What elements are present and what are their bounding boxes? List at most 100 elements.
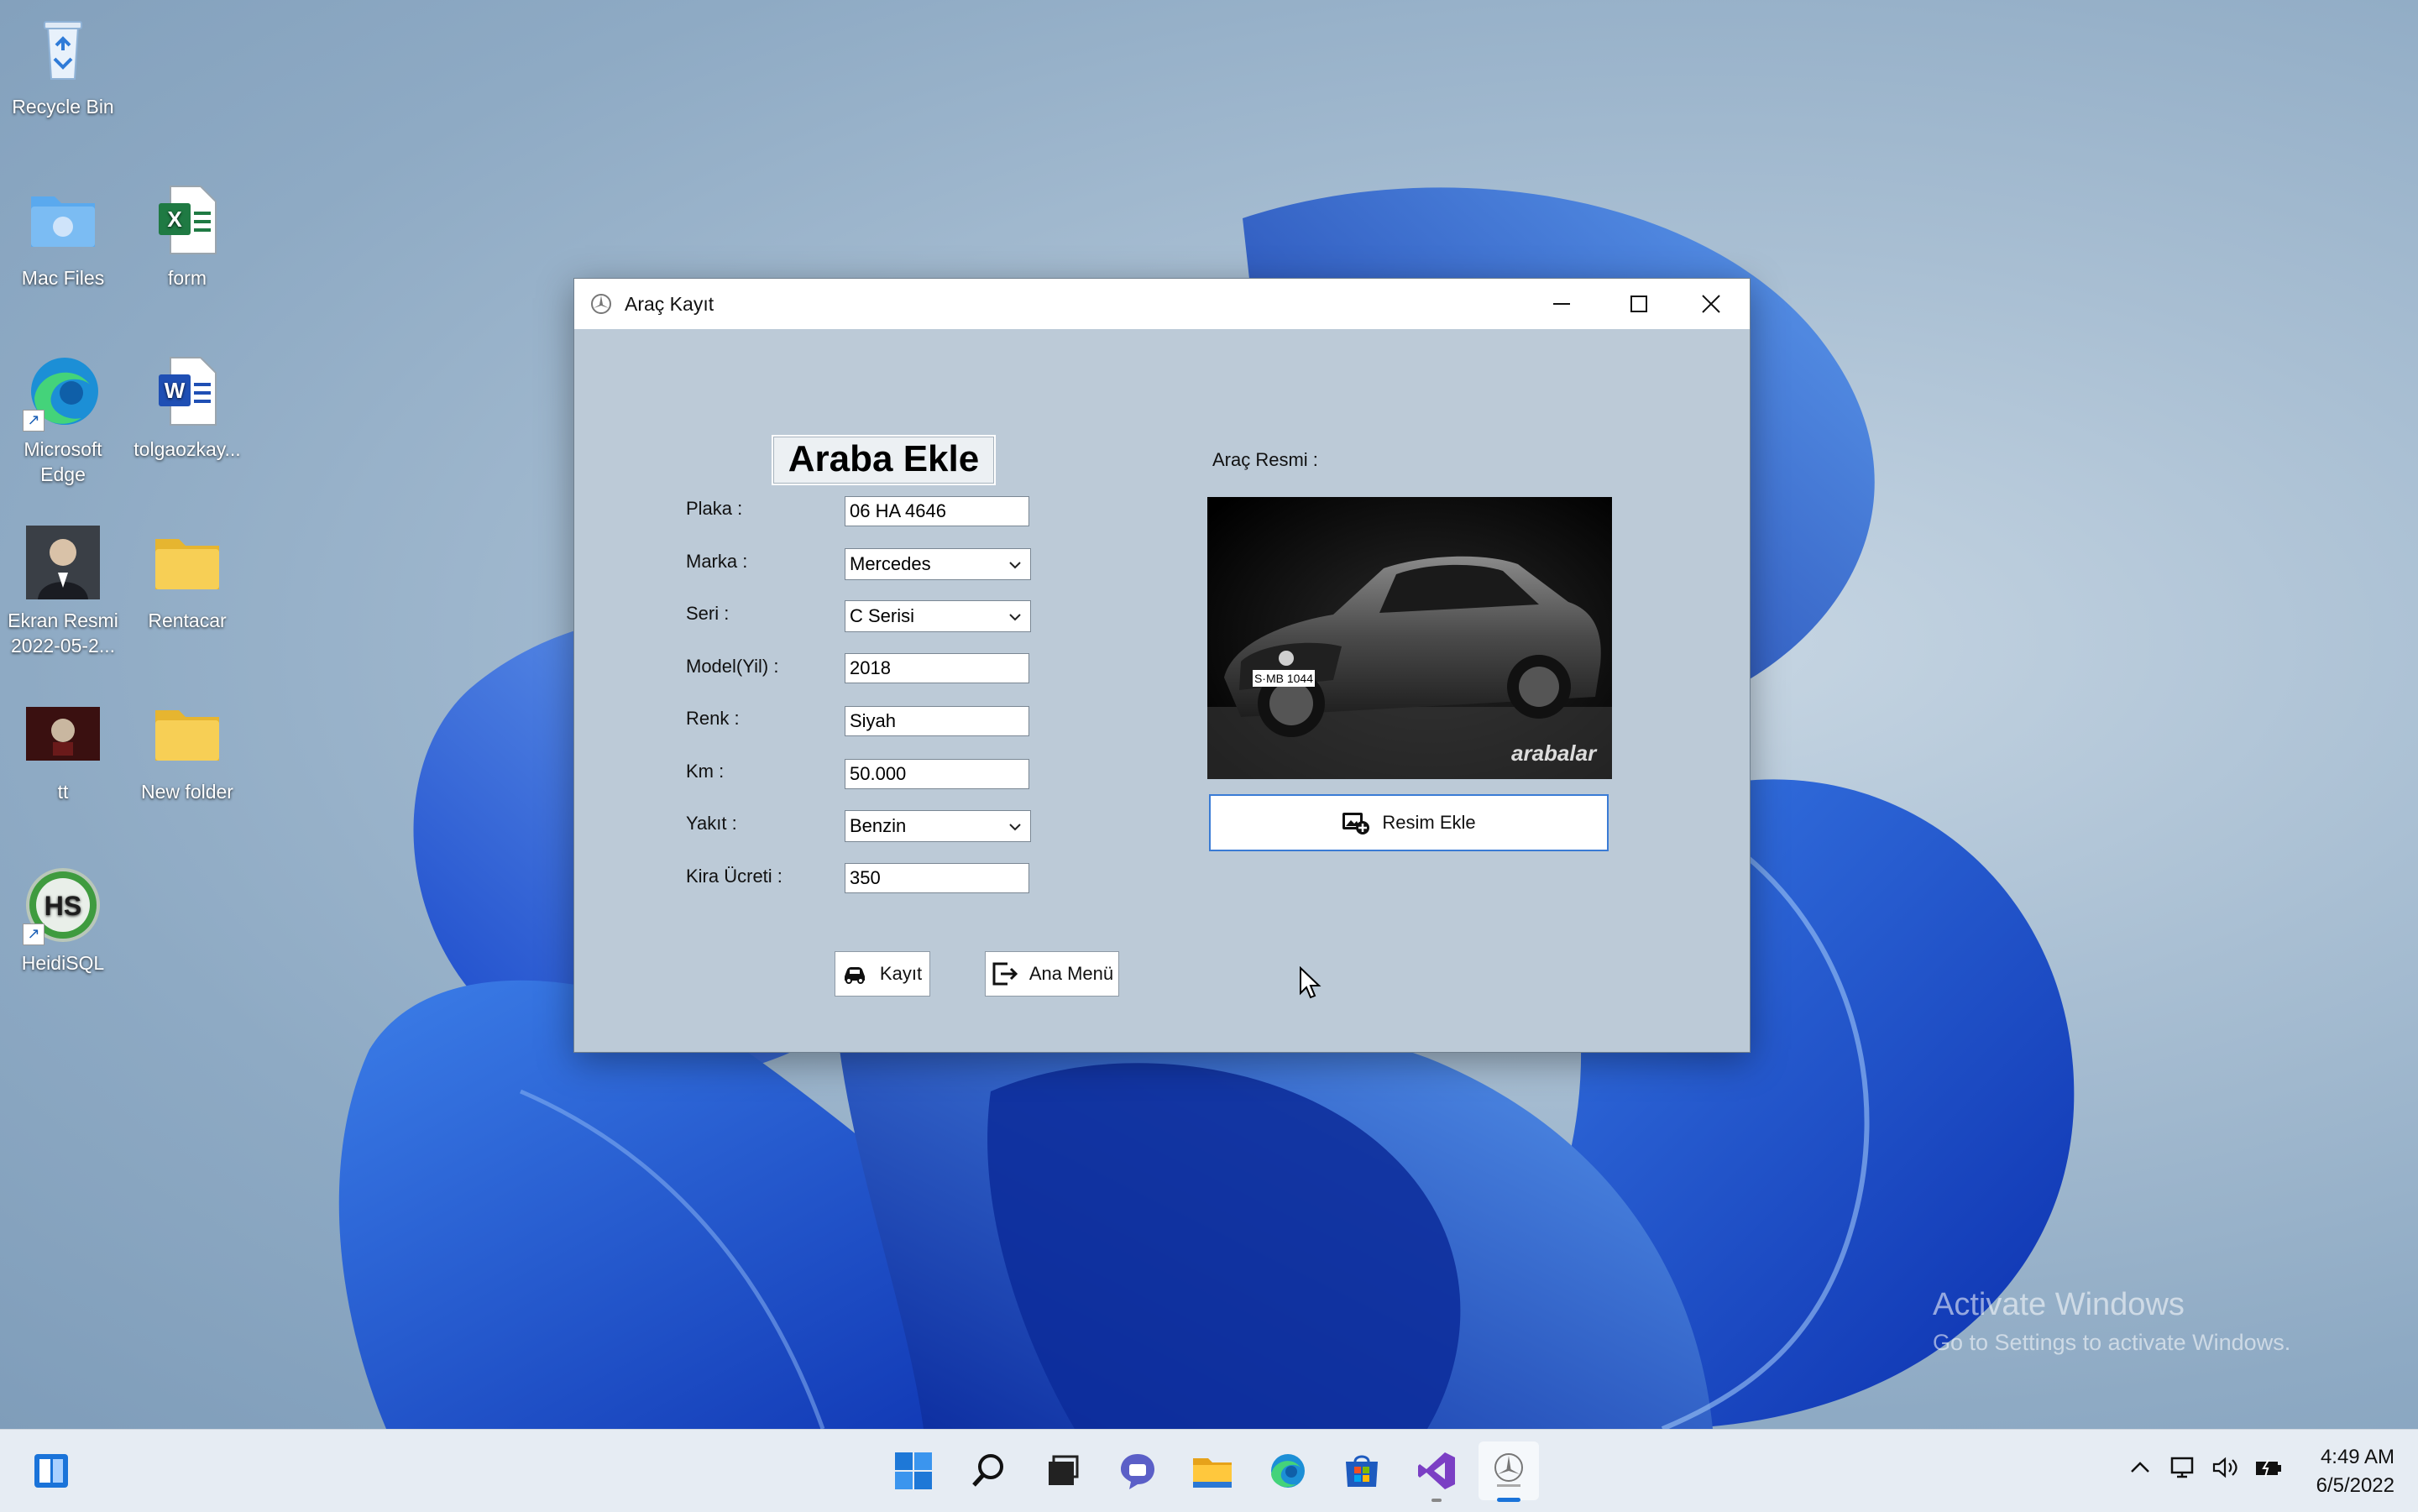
seri-label: Seri : — [686, 603, 730, 624]
task-view-icon — [1049, 1455, 1079, 1485]
arac-kayit-taskbar-button[interactable] — [1479, 1441, 1539, 1502]
edge-icon — [1271, 1454, 1305, 1488]
start-button[interactable] — [887, 1445, 939, 1497]
exit-icon — [992, 962, 1018, 986]
car-icon — [844, 967, 865, 984]
word-file-icon: W — [147, 351, 228, 432]
windows-start-icon — [895, 1452, 932, 1489]
task-view-button[interactable] — [1037, 1445, 1089, 1497]
model-input[interactable]: 2018 — [845, 653, 1029, 683]
seri-select[interactable]: C Serisi — [845, 600, 1031, 632]
desktop-icon-tt[interactable]: tt — [0, 693, 126, 804]
volume-button[interactable] — [2211, 1455, 2240, 1484]
mercedes-logo-icon — [1494, 1453, 1523, 1487]
chevron-down-icon — [1009, 562, 1021, 569]
window-title: Araç Kayıt — [625, 292, 714, 315]
network-button[interactable] — [2169, 1455, 2198, 1484]
desktop-icon-form[interactable]: X form — [124, 180, 250, 290]
desktop-icon-mac-files[interactable]: Mac Files — [0, 180, 126, 290]
image-file-icon — [23, 522, 103, 603]
yakit-select-value: Benzin — [850, 815, 907, 836]
kayit-button[interactable]: Kayıt — [835, 951, 930, 997]
yakit-select[interactable]: Benzin — [845, 810, 1031, 842]
show-hidden-icons-button[interactable] — [2128, 1455, 2153, 1484]
desktop-icon-edge[interactable]: ↗ Microsoft Edge — [0, 351, 126, 487]
arac-kayit-window: Araç Kayıt Araba Ekle Plaka : Marka : Se… — [573, 278, 1751, 1053]
add-image-icon — [1342, 813, 1370, 834]
volume-icon — [2212, 1457, 2237, 1478]
desktop-icon-label: tolgaozkay... — [133, 438, 241, 460]
plaka-input[interactable]: 06 HA 4646 — [845, 496, 1029, 526]
desktop-icon-rentacar[interactable]: Rentacar — [124, 522, 250, 633]
maximize-button[interactable] — [1600, 279, 1677, 329]
kira-input[interactable]: 350 — [845, 863, 1029, 893]
edge-taskbar-button[interactable] — [1261, 1445, 1313, 1497]
recycle-bin-icon — [23, 8, 103, 89]
desktop-icon-heidisql[interactable]: HS ↗ HeidiSQL — [0, 865, 126, 976]
battery-button[interactable] — [2253, 1455, 2284, 1484]
chevron-up-icon — [2131, 1462, 2149, 1473]
taskbar: 4:49 AM 6/5/2022 — [0, 1429, 2418, 1512]
shortcut-arrow-icon: ↗ — [23, 923, 44, 945]
desktop-icon-label: Ekran Resmi 2022-05-2... — [8, 610, 118, 657]
heidisql-icon: HS ↗ — [23, 865, 103, 945]
search-icon — [972, 1454, 1003, 1487]
marka-select[interactable]: Mercedes — [845, 548, 1031, 580]
ana-menu-label: Ana Menü — [1028, 963, 1114, 984]
close-icon — [1702, 295, 1720, 313]
model-label: Model(Yil) : — [686, 656, 779, 677]
desktop-icon-word-doc[interactable]: W tolgaozkay... — [124, 351, 250, 462]
marka-select-value: Mercedes — [850, 553, 931, 574]
desktop-icon-recycle-bin[interactable]: Recycle Bin — [0, 8, 126, 119]
form-heading: Araba Ekle — [772, 435, 996, 485]
excel-file-icon: X — [147, 180, 228, 260]
folder-icon — [23, 180, 103, 260]
chevron-down-icon — [1009, 824, 1021, 831]
microsoft-store-icon — [1346, 1455, 1378, 1487]
minimize-icon — [1553, 303, 1570, 305]
chat-button[interactable] — [1112, 1445, 1164, 1497]
mercedes-logo-icon — [591, 294, 611, 314]
search-button[interactable] — [962, 1445, 1014, 1497]
desktop-icon-label: Microsoft Edge — [24, 438, 102, 485]
desktop-icon-label: Rentacar — [148, 610, 227, 631]
visual-studio-icon — [1418, 1452, 1455, 1489]
folder-icon — [147, 693, 228, 774]
plaka-label: Plaka : — [686, 498, 743, 519]
widgets-button[interactable] — [25, 1445, 77, 1497]
renk-label: Renk : — [686, 708, 740, 729]
km-label: Km : — [686, 761, 725, 782]
svg-text:W: W — [165, 378, 186, 403]
minimize-button[interactable] — [1523, 279, 1600, 329]
svg-text:X: X — [167, 207, 182, 232]
km-input[interactable]: 50.000 — [845, 759, 1029, 789]
resim-ekle-button[interactable]: Resim Ekle — [1209, 794, 1609, 851]
ana-menu-button[interactable]: Ana Menü — [985, 951, 1119, 997]
file-explorer-button[interactable] — [1186, 1445, 1238, 1497]
seri-select-value: C Serisi — [850, 605, 915, 626]
photo-label: Araç Resmi : — [1212, 449, 1318, 470]
window-titlebar[interactable]: Araç Kayıt — [574, 279, 1750, 329]
visual-studio-button[interactable] — [1410, 1445, 1463, 1502]
network-icon — [2170, 1457, 2194, 1478]
clock[interactable]: 4:49 AM 6/5/2022 — [2316, 1443, 2394, 1500]
store-button[interactable] — [1336, 1445, 1388, 1497]
desktop-icon-screenshot[interactable]: Ekran Resmi 2022-05-2... — [0, 522, 126, 658]
edge-icon: ↗ — [23, 351, 103, 432]
desktop-icon-label: tt — [57, 781, 69, 803]
teams-chat-icon — [1121, 1454, 1154, 1489]
activation-title: Activate Windows — [1933, 1287, 2185, 1322]
yakit-label: Yakıt : — [686, 813, 737, 834]
desktop-icon-label: Recycle Bin — [12, 96, 114, 118]
window-client-area: Araba Ekle Plaka : Marka : Seri : Model(… — [574, 329, 1750, 1052]
close-button[interactable] — [1672, 279, 1750, 329]
desktop-icon-label: HeidiSQL — [21, 952, 105, 974]
desktop-icon-label: New folder — [141, 781, 233, 803]
activation-watermark: Activate Windows Go to Settings to activ… — [1933, 1287, 2290, 1356]
resim-ekle-label: Resim Ekle — [1382, 812, 1476, 833]
mouse-cursor-icon — [1300, 966, 1322, 999]
running-indicator — [1431, 1499, 1442, 1502]
kira-label: Kira Ücreti : — [686, 866, 782, 887]
desktop-icon-new-folder[interactable]: New folder — [124, 693, 250, 804]
renk-input[interactable]: Siyah — [845, 706, 1029, 736]
